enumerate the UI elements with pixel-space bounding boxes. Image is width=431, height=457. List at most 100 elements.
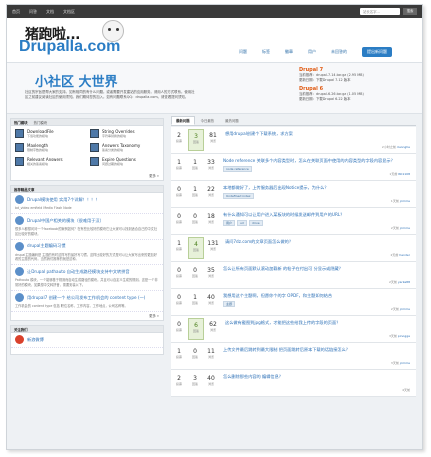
tag[interactable]: url xyxy=(237,220,247,226)
project-item[interactable]: Expire Questions 问题过期的模块 xyxy=(90,157,159,169)
project-subtitle: 字符串替换的模块 xyxy=(102,134,127,138)
project-subtitle: 下载功能的模块 xyxy=(27,134,49,138)
question-title[interactable]: Node reference 关联多个内容类型时，怎么在关联页面中使用的内容类型… xyxy=(223,158,413,163)
question-title[interactable]: 本地都做好了，上传服务器后出现Notice提示，为什么？ xyxy=(223,185,413,190)
project-item[interactable]: DownloadFile 下载功能的模块 xyxy=(15,129,84,141)
question-user[interactable]: pinogga xyxy=(398,334,410,338)
question-meta: 2小时之前 duonghe xyxy=(382,145,410,149)
question-title[interactable]: 我想用这个主题啊，但愿你个的字 OPDF，和主题如何结合 xyxy=(223,293,413,298)
topbar-link[interactable]: 首页 xyxy=(12,9,20,15)
vote-label: 投票 xyxy=(175,193,182,197)
article-item[interactable]: drupal主题编码习惯 drupal主题编码是 主题的有时这样写的最好写习惯。这… xyxy=(11,240,163,266)
question-row[interactable]: 2 投票 3 回答 81 浏览 想用drupal创建个下载系统，求方案 2小时之… xyxy=(171,127,416,154)
question-title[interactable]: 想用drupal创建个下载系统，求方案 xyxy=(225,131,413,136)
question-user[interactable]: duonghe xyxy=(397,145,410,149)
article-title[interactable]: 用drupal7 创建一个 给公司发布工作机会的 content type (一… xyxy=(27,295,145,301)
release-line[interactable]: 更新日期：下载Drupal 7.12 版本 xyxy=(299,78,417,83)
tag[interactable]: 用户 xyxy=(223,220,236,226)
question-user[interactable]: hender xyxy=(399,253,410,257)
banner-description: 社区的宗旨是帮大家的支持。如有相同的有什么问题。或者需要开发建站的应用服务。请用… xyxy=(25,90,195,99)
question-row[interactable]: 0 投票 0 回答 35 浏览 怎么让所有页面默认滚动加载新 的帖子在付出可 分… xyxy=(171,262,416,289)
question-user[interactable]: jcmme xyxy=(400,307,410,311)
question-title[interactable]: 有什么通知可以让用户进入某板块的时候发送邮件到用户的URL？ xyxy=(223,212,413,217)
question-row[interactable]: 0 投票 1 回答 40 浏览 我想用这个主题啊，但愿你个的字 OPDF，和主题… xyxy=(171,289,416,316)
more-link[interactable]: 更多 » xyxy=(11,172,163,180)
answer-label: 回答 xyxy=(191,193,198,197)
tab-latest[interactable]: 最新问题 xyxy=(171,116,195,125)
nav-users[interactable]: 用户 xyxy=(308,49,316,55)
tag[interactable]: Undefined index xyxy=(223,193,254,199)
article-item[interactable]: Drupal中国产相关的模块（很难用于汉） 很多人都想问问一个facebook的案… xyxy=(11,214,163,240)
question-title[interactable]: 请问7dz.com的文章页面怎么做的？ xyxy=(225,239,413,244)
project-item[interactable]: Maxlength 限制字数的模块 xyxy=(15,143,84,155)
question-user[interactable]: jcmme xyxy=(400,361,410,365)
question-row[interactable]: 1 投票 1 回答 33 浏览 Node reference 关联多个内容类型时… xyxy=(171,154,416,181)
question-row[interactable]: 2 投票 3 回答 40 浏览 怎么删除那些内容的 编辑信息？ 4天前 xyxy=(171,370,416,397)
logo-text-en[interactable]: Drupalla.com xyxy=(19,38,120,56)
banner-slogan: 小社区 大世界 xyxy=(35,75,118,90)
question-title[interactable]: 怎么删除那些内容的 编辑信息？ xyxy=(223,374,413,379)
question-row[interactable]: 0 投票 1 回答 22 浏览 本地都做好了，上传服务器后出现Notice提示，… xyxy=(171,181,416,208)
vote-label: 投票 xyxy=(175,166,182,170)
tab-today-hot[interactable]: 今日最热 xyxy=(196,116,220,125)
topbar-link[interactable]: 文档 xyxy=(46,9,54,15)
question-row[interactable]: 1 投票 4 回答 131 浏览 请问7dz.com的文章页面怎么做的？ 2天前… xyxy=(171,235,416,262)
article-title[interactable]: Drupal中国产相关的模块（很难用于汉） xyxy=(27,218,104,224)
nav-questions[interactable]: 问题 xyxy=(239,49,247,55)
tab-popular-modules[interactable]: 热门模块 xyxy=(14,120,28,125)
question-meta: 2天前 jcmme xyxy=(391,226,410,230)
search-button[interactable]: 搜索 xyxy=(403,8,417,15)
tag[interactable]: drive xyxy=(248,220,263,226)
vote-number: 1 xyxy=(177,159,181,166)
project-subtitle: 问题过期的模块 xyxy=(102,162,124,166)
project-item[interactable]: String Overrides 字符串替换的模块 xyxy=(90,129,159,141)
search-input[interactable]: 站长名字... xyxy=(360,8,400,15)
vote-count: 0 投票 xyxy=(171,289,187,315)
topbar-link[interactable]: 文档区 xyxy=(63,9,75,15)
avatar xyxy=(15,241,24,251)
vote-count: 2 投票 xyxy=(171,127,187,153)
weibo-label[interactable]: 新浪微博 xyxy=(27,337,44,343)
project-item[interactable]: Answers Taxonomy 答案分类的模块 xyxy=(90,143,159,155)
question-time: 2天前 xyxy=(388,280,397,284)
view-number: 131 xyxy=(207,240,219,247)
vote-number: 0 xyxy=(177,186,181,193)
tag[interactable]: 主题 xyxy=(223,301,236,307)
question-user[interactable]: RK1108 xyxy=(398,172,410,176)
question-row[interactable]: 1 投票 0 回答 11 浏览 上传文件最后跳转到最大限制 把页面跳转后原本下载… xyxy=(171,343,416,370)
question-title[interactable]: 上传文件最后跳转到最大限制 把页面跳转后原本下载的话链接怎么？ xyxy=(223,347,413,352)
article-item[interactable]: 让Drupal pathauto 自动生成路径模块支持中文转拼音 Pathauto… xyxy=(11,265,163,292)
question-user[interactable]: jcmme xyxy=(400,226,410,230)
vote-label: 投票 xyxy=(175,274,182,278)
article-item[interactable]: Drupal模块使用 实用7个详解！！！！ bd_video emfield Me… xyxy=(11,193,163,215)
question-time: 3天前 xyxy=(390,361,399,365)
question-tabs: 最新问题 今日最热 最热问题 xyxy=(171,116,416,126)
view-count: 62 浏览 xyxy=(205,316,221,342)
question-title[interactable]: 这么做有截图到jpg格式，才能把这些给我上传的字段的页面？ xyxy=(225,320,413,325)
tab-modules[interactable]: 热门模块 xyxy=(34,120,48,125)
question-row[interactable]: 0 投票 6 回答 62 浏览 这么做有截图到jpg格式，才能把这些给我上传的字… xyxy=(171,316,416,343)
question-meta: 2天前 yarke88 xyxy=(389,280,410,284)
question-title[interactable]: 怎么让所有页面默认滚动加载新 的帖子在付出可 分显示或隐藏？ xyxy=(223,266,413,271)
question-row[interactable]: 0 投票 0 回答 18 浏览 有什么通知可以让用户进入某板块的时候发送邮件到用… xyxy=(171,208,416,235)
nav-badges[interactable]: 徽章 xyxy=(285,49,293,55)
tag[interactable]: node reference xyxy=(223,166,252,172)
more-link[interactable]: 更多 » xyxy=(11,312,163,320)
article-title[interactable]: Drupal模块使用 实用7个详解！！！！ xyxy=(27,197,99,203)
answer-label: 回答 xyxy=(191,166,198,170)
article-title[interactable]: drupal主题编码习惯 xyxy=(27,243,66,249)
project-item[interactable]: Relevant Answers 相关的答案模块 xyxy=(15,157,84,169)
release-line[interactable]: 更新日期：下载Drupal 6.22 版本 xyxy=(299,97,417,102)
question-time: 3天前 xyxy=(388,334,397,338)
question-user[interactable]: yarke88 xyxy=(398,280,410,284)
topbar-link[interactable]: 问答 xyxy=(29,9,37,15)
article-title[interactable]: 让Drupal pathauto 自动生成路径模块支持中文转拼音 xyxy=(27,269,130,275)
tab-hottest[interactable]: 最热问题 xyxy=(220,116,244,125)
weibo-link[interactable]: 新浪微博 xyxy=(11,333,163,349)
nav-unanswered[interactable]: 未回答的 xyxy=(331,49,347,55)
article-item[interactable]: 用drupal7 创建一个 给公司发布工作机会的 content type (一… xyxy=(11,291,163,313)
nav-tags[interactable]: 标签 xyxy=(262,49,270,55)
answer-count: 1 回答 xyxy=(187,154,203,180)
ask-question-button[interactable]: 提出新问题 xyxy=(362,47,392,57)
question-user[interactable]: jcmme xyxy=(400,199,410,203)
